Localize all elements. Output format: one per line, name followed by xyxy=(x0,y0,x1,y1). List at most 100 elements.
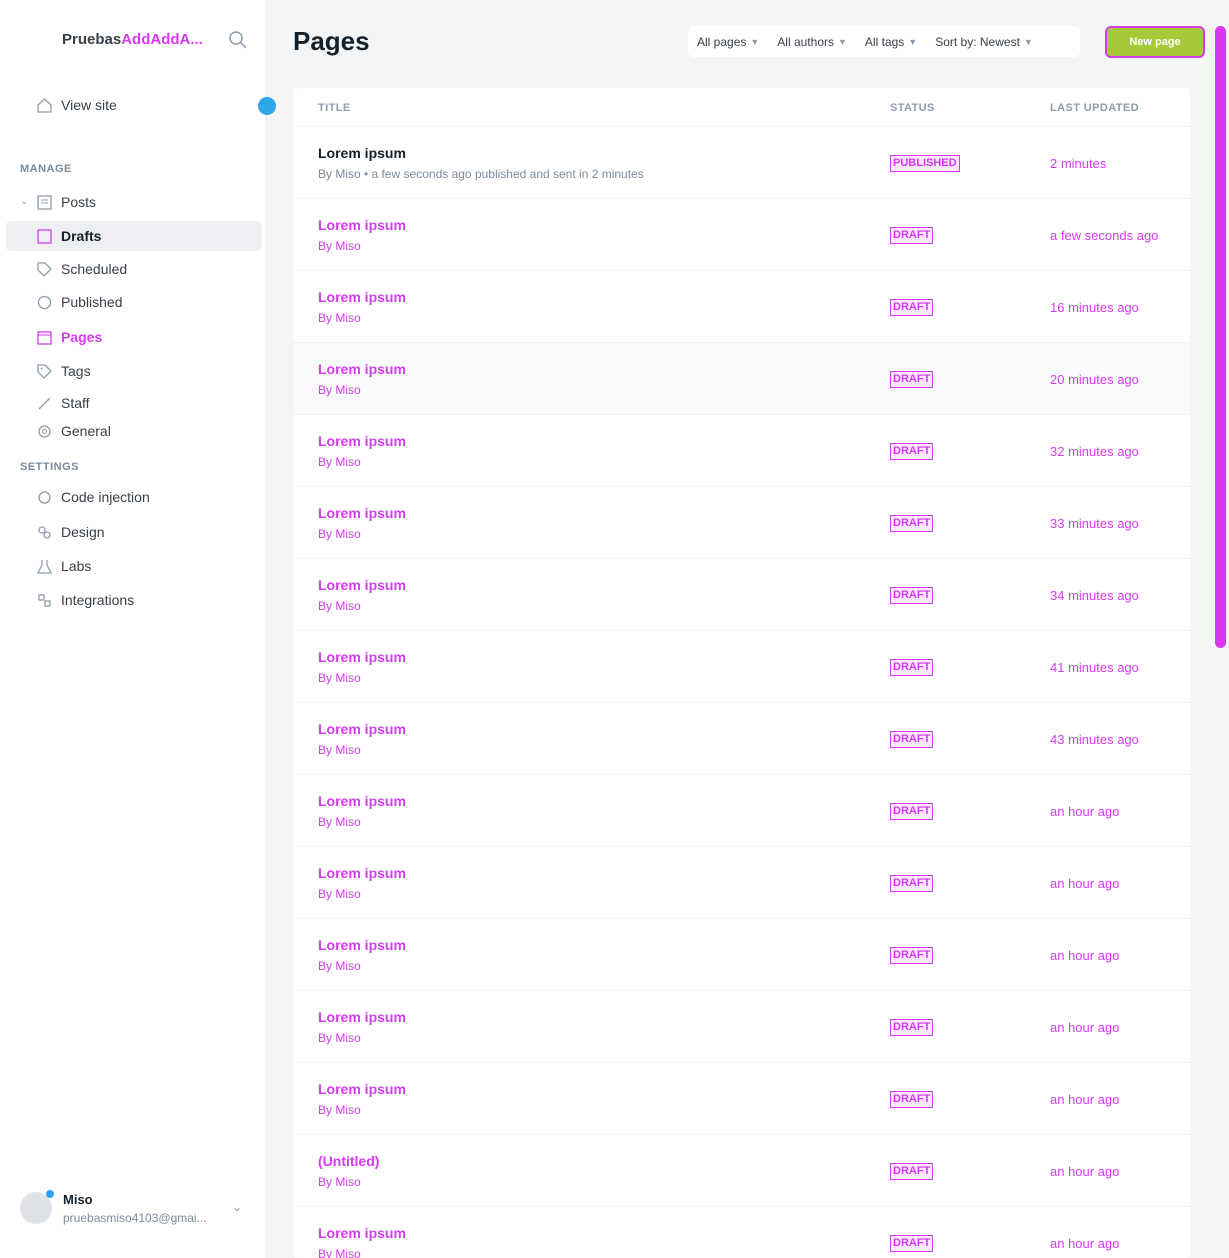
code-icon xyxy=(38,490,51,504)
row-byline: By Miso xyxy=(318,311,361,325)
row-title[interactable]: Lorem ipsum xyxy=(318,1081,406,1097)
sidebar-item-tags[interactable]: Tags xyxy=(6,356,262,386)
status-badge: DRAFT xyxy=(890,443,934,460)
table-row[interactable]: Lorem ipsum By Miso DRAFT 16 minutes ago xyxy=(293,270,1190,342)
row-byline: By Miso xyxy=(318,1175,361,1189)
row-last-updated: an hour ago xyxy=(1050,1236,1120,1251)
sidebar-item-scheduled[interactable]: Scheduled xyxy=(6,254,262,284)
design-icon xyxy=(38,525,51,539)
sidebar-item-published[interactable]: Published xyxy=(6,287,262,317)
row-title[interactable]: Lorem ipsum xyxy=(318,361,406,377)
tags-icon xyxy=(37,363,52,379)
sidebar-item-label: Code injection xyxy=(61,489,150,505)
sidebar-item-label: Staff xyxy=(61,395,90,411)
column-header-status[interactable]: STATUS xyxy=(890,102,935,114)
row-last-updated: 20 minutes ago xyxy=(1050,372,1139,387)
user-email: pruebasmiso4103@gmai... xyxy=(63,1211,207,1225)
sidebar-item-label: Scheduled xyxy=(61,261,128,277)
row-title[interactable]: Lorem ipsum xyxy=(318,1009,406,1025)
table-row[interactable]: Lorem ipsum By Miso DRAFT 20 minutes ago xyxy=(293,342,1190,414)
filter-type[interactable]: All pages ▼ xyxy=(688,35,768,49)
sidebar-item-integrations[interactable]: Integrations xyxy=(6,585,262,615)
row-title[interactable]: Lorem ipsum xyxy=(318,649,406,665)
sidebar-item-drafts[interactable]: Drafts xyxy=(6,221,262,251)
row-title[interactable]: Lorem ipsum xyxy=(318,433,406,449)
sidebar-item-label: Posts xyxy=(61,194,97,210)
status-badge: DRAFT xyxy=(890,1163,934,1180)
row-last-updated: an hour ago xyxy=(1050,876,1120,891)
status-badge: DRAFT xyxy=(890,1019,934,1036)
scheduled-icon xyxy=(37,261,52,277)
filter-tag[interactable]: All tags ▼ xyxy=(856,35,926,49)
site-name-part-2: AddAddA... xyxy=(121,31,203,48)
status-badge: DRAFT xyxy=(890,947,934,964)
pages-icon xyxy=(37,330,52,345)
row-byline: By Miso xyxy=(318,455,361,469)
status-badge: DRAFT xyxy=(890,875,934,892)
table-row[interactable]: Lorem ipsum By Miso DRAFT 33 minutes ago xyxy=(293,486,1190,558)
sidebar-item-general[interactable]: General xyxy=(6,416,262,446)
row-byline: By Miso xyxy=(318,671,361,685)
new-page-button[interactable]: New page xyxy=(1105,26,1205,58)
table-row[interactable]: (Untitled) By Miso DRAFT an hour ago xyxy=(293,1134,1190,1206)
pages-table: TITLE STATUS LAST UPDATED Lorem ipsum By … xyxy=(293,88,1190,1258)
row-byline: By Miso xyxy=(318,743,361,757)
column-header-title[interactable]: TITLE xyxy=(318,102,351,114)
site-title[interactable]: PruebasAddAddA... xyxy=(62,31,212,48)
sidebar-item-staff[interactable]: Staff xyxy=(6,388,262,418)
row-title[interactable]: Lorem ipsum xyxy=(318,721,406,737)
table-row[interactable]: Lorem ipsum By Miso DRAFT an hour ago xyxy=(293,990,1190,1062)
user-name: Miso xyxy=(63,1192,93,1207)
row-last-updated: an hour ago xyxy=(1050,1020,1120,1035)
filter-sort[interactable]: Sort by: Newest ▼ xyxy=(926,35,1042,49)
table-row[interactable]: Lorem ipsum By Miso • a few seconds ago p… xyxy=(293,126,1190,198)
gear-icon xyxy=(38,424,51,438)
row-title[interactable]: (Untitled) xyxy=(318,1153,379,1169)
row-title[interactable]: Lorem ipsum xyxy=(318,217,406,233)
row-last-updated: 33 minutes ago xyxy=(1050,516,1139,531)
sidebar-item-labs[interactable]: Labs xyxy=(6,551,262,581)
row-title[interactable]: Lorem ipsum xyxy=(318,937,406,953)
sidebar-item-posts[interactable]: Posts xyxy=(6,187,262,217)
table-row[interactable]: Lorem ipsum By Miso DRAFT an hour ago xyxy=(293,774,1190,846)
table-row[interactable]: Lorem ipsum By Miso DRAFT an hour ago xyxy=(293,1206,1190,1258)
chevron-down-icon: ▼ xyxy=(1023,36,1033,47)
row-byline: By Miso xyxy=(318,815,361,829)
sidebar-item-label: Labs xyxy=(61,558,92,574)
table-row[interactable]: Lorem ipsum By Miso DRAFT an hour ago xyxy=(293,1062,1190,1134)
filter-author[interactable]: All authors ▼ xyxy=(768,35,856,49)
table-row[interactable]: Lorem ipsum By Miso DRAFT 32 minutes ago xyxy=(293,414,1190,486)
page-title: Pages xyxy=(293,26,370,56)
chevron-down-icon[interactable]: ⌄ xyxy=(232,1200,242,1214)
row-title[interactable]: Lorem ipsum xyxy=(318,577,406,593)
view-site-link[interactable]: View site xyxy=(6,90,262,120)
home-icon xyxy=(37,97,52,113)
table-row[interactable]: Lorem ipsum By Miso DRAFT 43 minutes ago xyxy=(293,702,1190,774)
table-row[interactable]: Lorem ipsum By Miso DRAFT 34 minutes ago xyxy=(293,558,1190,630)
user-menu[interactable]: Miso pruebasmiso4103@gmai... ⌄ xyxy=(20,1186,250,1230)
sidebar-item-code-injection[interactable]: Code injection xyxy=(6,482,262,512)
scrollbar[interactable] xyxy=(1215,26,1226,648)
row-title[interactable]: Lorem ipsum xyxy=(318,793,406,809)
view-site-label: View site xyxy=(61,97,117,113)
column-header-last-updated[interactable]: LAST UPDATED xyxy=(1050,102,1139,114)
table-row[interactable]: Lorem ipsum By Miso DRAFT 41 minutes ago xyxy=(293,630,1190,702)
table-row[interactable]: Lorem ipsum By Miso DRAFT an hour ago xyxy=(293,846,1190,918)
row-byline: By Miso xyxy=(318,599,361,613)
status-dot xyxy=(46,1190,54,1198)
search-icon[interactable] xyxy=(228,30,248,50)
table-row[interactable]: Lorem ipsum By Miso DRAFT an hour ago xyxy=(293,918,1190,990)
sidebar-item-design[interactable]: Design xyxy=(6,517,262,547)
row-title[interactable]: Lorem ipsum xyxy=(318,865,406,881)
row-title[interactable]: Lorem ipsum xyxy=(318,289,406,305)
sidebar-item-pages[interactable]: Pages xyxy=(6,322,262,352)
row-title[interactable]: Lorem ipsum xyxy=(318,1225,406,1241)
chevron-down-icon: ▼ xyxy=(838,36,847,47)
row-title[interactable]: Lorem ipsum xyxy=(318,145,406,161)
row-title[interactable]: Lorem ipsum xyxy=(318,505,406,521)
table-row[interactable]: Lorem ipsum By Miso DRAFT a few seconds ago xyxy=(293,198,1190,270)
status-badge: DRAFT xyxy=(890,1091,934,1108)
status-badge: DRAFT xyxy=(890,803,934,820)
sidebar-item-label: Drafts xyxy=(61,228,102,244)
globe-icon[interactable] xyxy=(258,97,276,115)
